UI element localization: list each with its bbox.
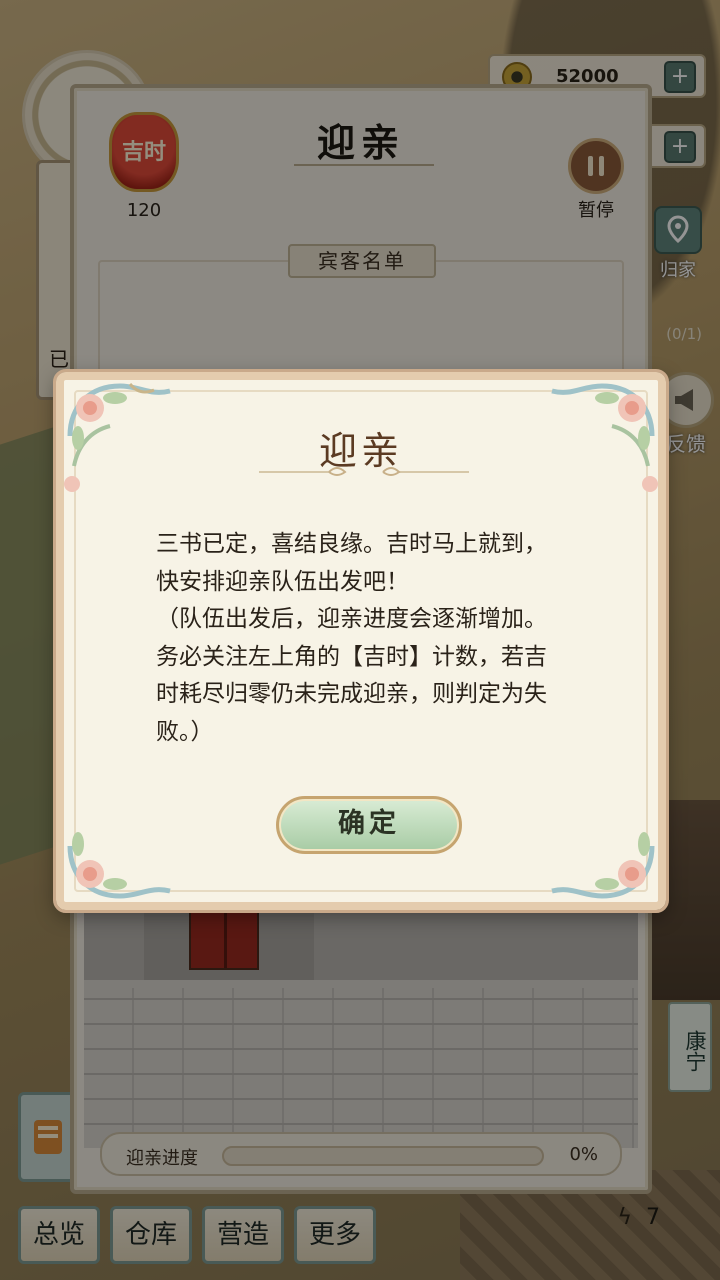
confirm-button[interactable]: 确定 [276, 796, 462, 854]
floral-corner-ornament [67, 832, 171, 899]
dialog-message: 三书已定，喜结良缘。吉时马上就到，快安排迎亲队伍出发吧！ （队伍出发后，迎亲进度… [156, 526, 568, 751]
dialog-message-line1: 三书已定，喜结良缘。吉时马上就到，快安排迎亲队伍出发吧！ [156, 531, 547, 595]
cloud-divider-ornament [259, 467, 469, 476]
info-dialog: 迎亲 三书已定，喜结良缘。吉时马上就到，快安排迎亲队伍出发吧！ （队伍出发后，迎… [53, 369, 669, 913]
floral-corner-ornament [551, 832, 655, 899]
dialog-message-line2: （队伍出发后，迎亲进度会逐渐增加。务必关注左上角的【吉时】计数，若吉时耗尽归零仍… [156, 606, 547, 745]
